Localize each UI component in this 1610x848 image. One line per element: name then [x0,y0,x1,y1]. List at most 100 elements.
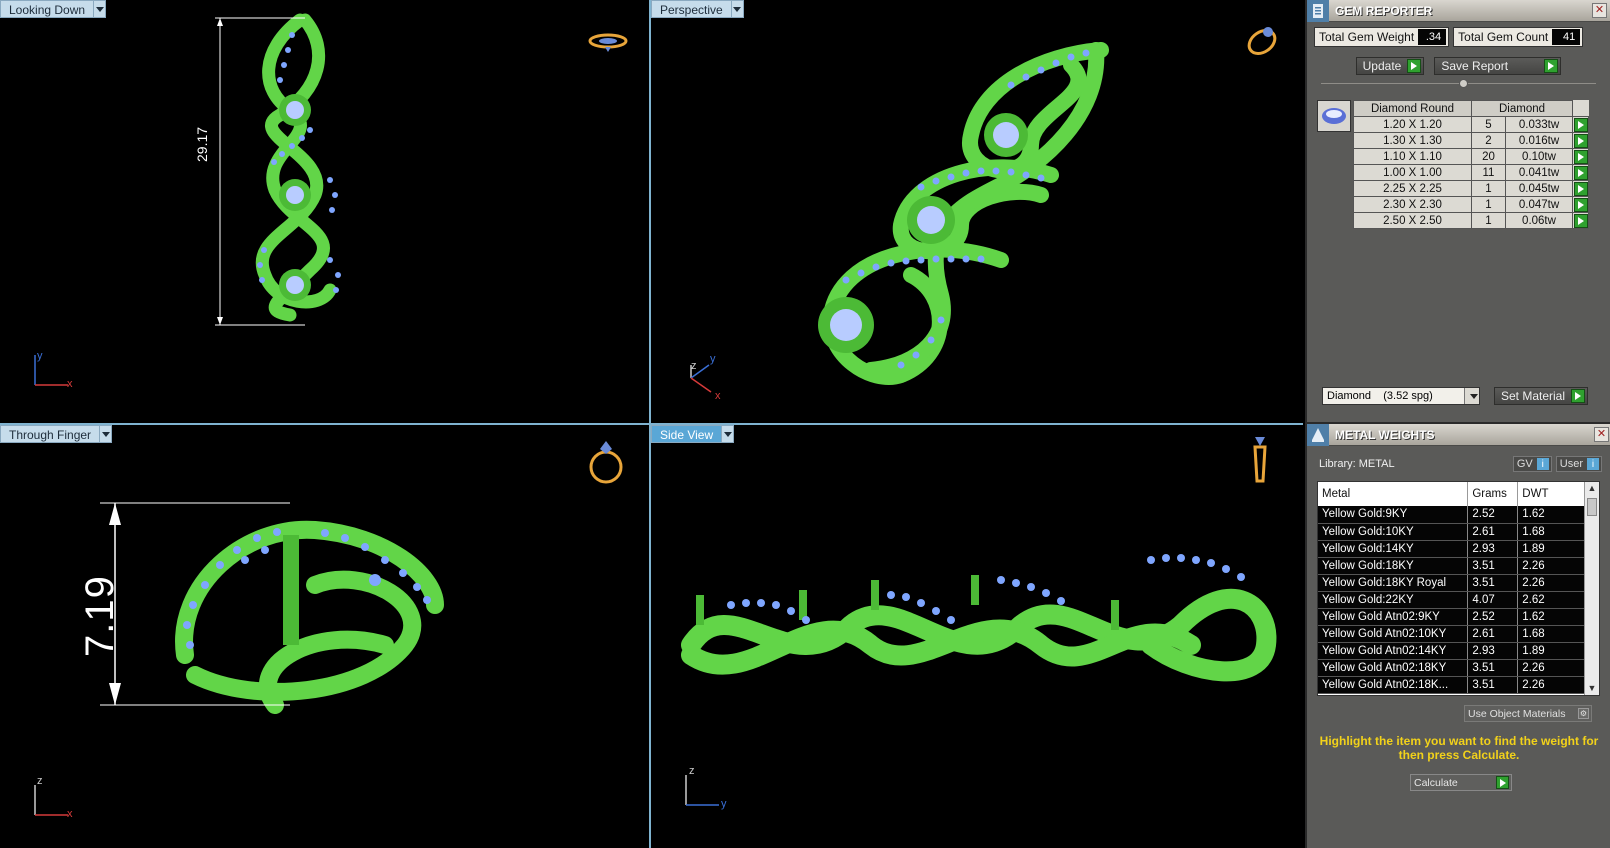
gem-count: 11 [1471,164,1506,181]
diamond-round-thumbnail[interactable] [1317,100,1351,132]
pendant-perspective-model[interactable] [801,35,1131,395]
metal-header-dwt[interactable]: DWT [1517,482,1586,506]
viewport-through-finger[interactable]: Through Finger 7.19 z x [0,425,649,848]
gem-table-row[interactable]: 1.20 X 1.20 5 0.033tw [1353,116,1589,133]
gem-row-action[interactable] [1572,116,1589,133]
viewport-perspective[interactable]: Perspective z y x [651,0,1303,423]
metal-table-row[interactable]: Yellow Gold:22KY 4.07 2.62 [1318,591,1586,609]
gem-table-row[interactable]: 1.30 X 1.30 2 0.016tw [1353,132,1589,149]
metal-table-row[interactable]: Yellow Gold Atn02:10KY 2.61 1.68 [1318,625,1586,643]
viewport-label-perspective[interactable]: Perspective [651,0,744,18]
panel-splitter[interactable] [1321,79,1596,88]
gem-size: 1.30 X 1.30 [1353,132,1472,149]
play-arrow-icon [1573,197,1588,212]
chevron-down-icon[interactable] [100,425,113,443]
metal-grams: 2.52 [1467,506,1519,524]
viewport-label-through-finger[interactable]: Through Finger [0,425,113,443]
close-icon[interactable]: ✕ [1592,3,1607,18]
metal-dwt: 1.89 [1517,642,1586,660]
metal-table-row[interactable]: Yellow Gold:18KY Royal 3.51 2.26 [1318,574,1586,592]
metal-grams: 3.51 [1467,676,1519,694]
play-arrow-icon [1573,181,1588,196]
viewport-looking-down[interactable]: Looking Down 29.17 y x [0,0,649,423]
gem-weight: 0.047tw [1505,196,1573,213]
gem-row-action[interactable] [1572,148,1589,165]
pendant-side-view-model[interactable] [671,545,1281,705]
user-library-toggle[interactable]: User i [1555,456,1602,472]
scroll-up-icon[interactable]: ▲ [1585,482,1599,495]
play-arrow-icon [1496,776,1509,789]
viewport-side-view[interactable]: Side View z y [651,425,1303,848]
viewport-label-side-view[interactable]: Side View [651,425,735,443]
axis-triad-icon [690,364,712,393]
chevron-down-icon[interactable] [94,0,107,18]
ring-perspective-icon[interactable] [1242,24,1282,60]
metal-grams: 3.51 [1467,557,1519,575]
gem-table-row[interactable]: 2.50 X 2.50 1 0.06tw [1353,212,1589,229]
scrollbar-thumb[interactable] [1587,498,1597,516]
update-button-label: Update [1362,59,1402,73]
gem-row-action[interactable] [1572,196,1589,213]
ring-front-view-icon[interactable] [586,437,626,487]
metal-grams: 2.61 [1467,523,1519,541]
close-icon[interactable]: ✕ [1594,427,1609,442]
material-select[interactable]: Diamond (3.52 spg) [1322,387,1480,405]
gem-table-row[interactable]: 2.25 X 2.25 1 0.045tw [1353,180,1589,197]
gem-row-action[interactable] [1572,164,1589,181]
metal-grams: 2.93 [1467,540,1519,558]
gem-table-row[interactable]: 2.30 X 2.30 1 0.047tw [1353,196,1589,213]
metal-weights-header[interactable]: METAL WEIGHTS ✕ [1307,423,1610,446]
save-report-button[interactable]: Save Report [1434,57,1562,75]
chevron-down-icon[interactable] [1464,388,1479,404]
metal-weights-panel: METAL WEIGHTS ✕ Library: METAL GV i User i… [1307,422,1610,848]
gem-reporter-icon [1307,0,1329,22]
use-object-materials-toggle[interactable]: Use Object Materials ⚙ [1464,705,1592,722]
metal-table-row[interactable]: Yellow Gold:14KY 2.93 1.89 [1318,540,1586,558]
play-arrow-icon [1573,149,1588,164]
gem-row-action[interactable] [1572,132,1589,149]
total-gem-count-label: Total Gem Count [1458,30,1549,44]
axis-y-label: y [721,798,727,810]
play-arrow-icon [1573,133,1588,148]
metal-table-row[interactable]: Yellow Gold Atn02:14KY 2.93 1.89 [1318,642,1586,660]
ring-top-view-icon[interactable] [588,30,628,54]
viewport-divider-horizontal[interactable] [0,423,1303,425]
dimension-text-height: 7.19 [78,575,122,657]
gv-library-toggle[interactable]: GV i [1512,456,1552,472]
chevron-down-icon[interactable] [731,0,744,18]
gem-row-action[interactable] [1572,212,1589,229]
calculate-button[interactable]: Calculate [1410,774,1512,791]
play-arrow-icon [1573,117,1588,132]
metal-name: Yellow Gold Atn02:14KY [1318,642,1469,660]
gem-count: 1 [1471,180,1506,197]
scroll-down-icon[interactable]: ▼ [1585,682,1599,695]
metal-table-row[interactable]: Yellow Gold:10KY 2.61 1.68 [1318,523,1586,541]
metal-weights-table-container[interactable]: Metal Grams DWT Yellow Gold:9KY 2.52 1.62 Y… [1317,481,1600,696]
viewport-label-looking-down[interactable]: Looking Down [0,0,107,18]
gem-table-row[interactable]: 1.00 X 1.00 11 0.041tw [1353,164,1589,181]
ring-side-view-icon[interactable] [1247,433,1273,485]
gem-reporter-header[interactable]: GEM REPORTER ✕ [1307,0,1610,22]
metal-table-row[interactable]: Yellow Gold Atn02:18KY 3.51 2.26 [1318,659,1586,677]
calculate-label: Calculate [1414,776,1458,789]
gem-row-action[interactable] [1572,180,1589,197]
gem-table-row[interactable]: 1.10 X 1.10 20 0.10tw [1353,148,1589,165]
metal-table-row[interactable]: Yellow Gold:18KY 3.51 2.26 [1318,557,1586,575]
gem-weight: 0.06tw [1505,212,1573,229]
gear-icon: ⚙ [1578,708,1589,719]
chevron-down-icon[interactable] [722,425,735,443]
viewport-label-text: Side View [651,425,723,443]
gem-count: 1 [1471,212,1506,229]
update-button[interactable]: Update [1355,57,1425,75]
splitter-knob[interactable] [1458,79,1468,88]
metal-table-scrollbar[interactable]: ▲ ▼ [1584,482,1599,695]
metal-header-metal[interactable]: Metal [1318,482,1469,506]
metal-table-row[interactable]: Yellow Gold Atn02:18K... 3.51 2.26 [1318,676,1586,694]
gem-weight: 0.10tw [1505,148,1573,165]
set-material-button[interactable]: Set Material [1494,387,1589,405]
metal-table-row[interactable]: Yellow Gold:9KY 2.52 1.62 [1318,506,1586,524]
dimension-line-length [215,17,305,326]
gem-size: 2.30 X 2.30 [1353,196,1472,213]
metal-table-row[interactable]: Yellow Gold Atn02:9KY 2.52 1.62 [1318,608,1586,626]
metal-header-grams[interactable]: Grams [1467,482,1519,506]
